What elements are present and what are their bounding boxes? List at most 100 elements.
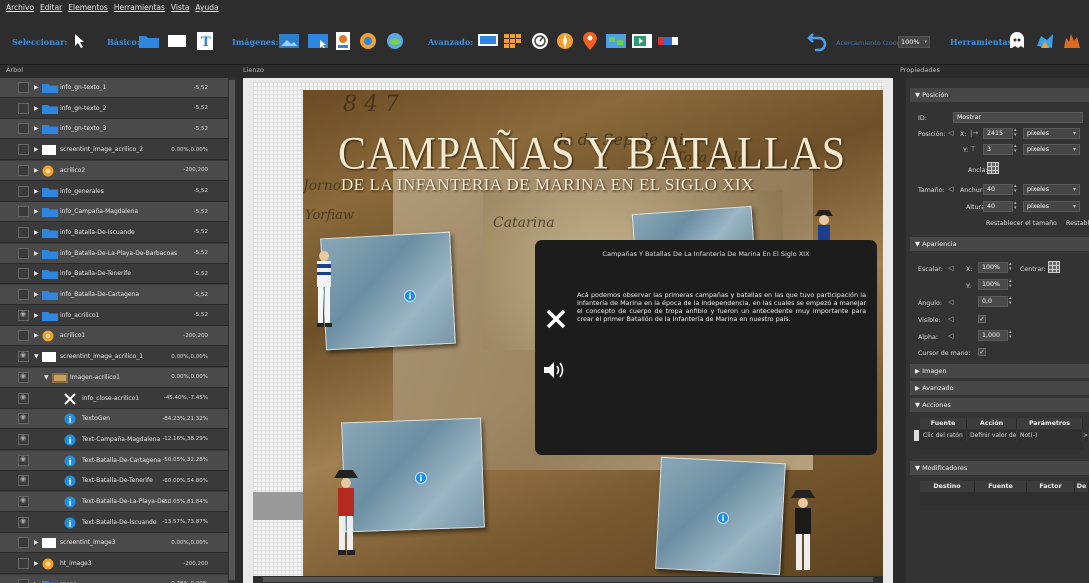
- tree-row[interactable]: ▶ info_generales -5,52: [0, 182, 228, 202]
- angulo-spinner[interactable]: ▴ ▾: [1009, 296, 1015, 307]
- anchor-top-icon[interactable]: ⊤: [970, 145, 976, 153]
- angulo-field[interactable]: 0,0: [978, 296, 1008, 307]
- info-icon[interactable]: i: [415, 472, 427, 484]
- tree-row[interactable]: i TextoGen -84.23%,21.32%: [0, 409, 228, 430]
- alpha-field[interactable]: 1,000: [978, 330, 1008, 341]
- mod-header-factor[interactable]: Factor: [1027, 481, 1075, 492]
- image-button-tool-icon[interactable]: [308, 31, 328, 51]
- tree-row[interactable]: ▶ screentint_image3 0.00%,0.00%: [0, 533, 228, 554]
- expand-arrow-icon[interactable]: ▶: [34, 188, 39, 195]
- alpha-spinner[interactable]: ▴ ▾: [1009, 330, 1015, 341]
- acciones-header-accion[interactable]: Acción: [967, 418, 1017, 429]
- expand-arrow-icon[interactable]: ▶: [34, 167, 39, 174]
- expand-arrow-icon[interactable]: ▶: [34, 208, 39, 215]
- video-tool-icon[interactable]: [632, 31, 652, 51]
- expand-arrow-icon[interactable]: ▶: [34, 229, 39, 236]
- center-grid-icon[interactable]: [1048, 261, 1060, 273]
- info-icon[interactable]: i: [404, 290, 416, 302]
- x-unit-select[interactable]: píxeles: [1023, 128, 1080, 139]
- visibility-toggle-icon[interactable]: [18, 185, 29, 197]
- info-card-3[interactable]: [341, 417, 485, 533]
- tree-row[interactable]: i Text-Campaña-Magdalena-12.16%,38.29%: [0, 430, 228, 450]
- folder-tool-icon[interactable]: [139, 31, 159, 51]
- mod-header-fuente[interactable]: Fuente: [975, 481, 1027, 492]
- acciones-cell-fuente[interactable]: Clic del ratón: [920, 430, 967, 441]
- mod-header-de[interactable]: De: [1075, 481, 1089, 492]
- image-tool-icon[interactable]: [279, 31, 299, 51]
- anchor-left-icon[interactable]: |→: [970, 129, 978, 137]
- visibility-toggle-icon[interactable]: [18, 206, 29, 218]
- svg-tool-icon[interactable]: [333, 31, 353, 51]
- info-popup[interactable]: Campañas Y Batallas De La Infantería De …: [535, 240, 877, 455]
- collapse-arrow-icon[interactable]: ▼: [34, 353, 39, 360]
- tree-row[interactable]: ▶ info_gn-texto_1 -5,52: [0, 78, 228, 98]
- palette-tool-icon[interactable]: [1035, 31, 1055, 51]
- compass-tool-icon[interactable]: [555, 31, 575, 51]
- map-tool-icon[interactable]: [606, 31, 626, 51]
- undo-icon[interactable]: [806, 29, 830, 53]
- visibility-toggle-icon[interactable]: [18, 226, 29, 238]
- escalar-y-spinner[interactable]: ▴ ▾: [1009, 279, 1015, 290]
- dial-tool-icon[interactable]: [530, 31, 550, 51]
- menu-ayuda[interactable]: Ayuda: [195, 3, 218, 12]
- info-icon[interactable]: i: [717, 512, 729, 524]
- visibility-toggle-icon[interactable]: [18, 516, 29, 528]
- link-icon[interactable]: ◁: [948, 298, 953, 306]
- grid-tool-icon[interactable]: [503, 31, 523, 51]
- tree-row[interactable]: ▼ Imagen-acrilico1 0.00%,0.00%: [0, 367, 228, 388]
- reset-button-2[interactable]: Restabl: [1066, 217, 1089, 229]
- tree-row[interactable]: i Text-Batalla-De-Iscuande -13.57%,73.87%: [0, 513, 228, 533]
- section-avanzado[interactable]: ▶ Avanzado: [910, 381, 1089, 395]
- visibility-toggle-icon[interactable]: [18, 351, 29, 363]
- visibility-toggle-icon[interactable]: [18, 371, 29, 383]
- visible-checkbox[interactable]: ✓: [978, 315, 986, 323]
- anchor-grid-icon[interactable]: [987, 162, 999, 174]
- visibility-toggle-icon[interactable]: [18, 392, 29, 404]
- tree-scrollbar-thumb[interactable]: [229, 80, 235, 580]
- text-tool-icon[interactable]: T: [195, 31, 215, 51]
- link-icon[interactable]: ◁: [948, 129, 953, 137]
- anchura-unit-select[interactable]: píxeles: [1023, 184, 1080, 195]
- menu-vista[interactable]: Vista: [171, 3, 190, 12]
- acciones-cell-extra[interactable]: >: [1083, 430, 1089, 441]
- expand-arrow-icon[interactable]: ▶: [34, 125, 39, 132]
- anchura-spinner[interactable]: ▴ ▾: [1014, 184, 1020, 195]
- tree-row[interactable]: info_close-acrilico1 -45.40%,-7.45%: [0, 389, 228, 409]
- tree-row[interactable]: ▶ info_acrilico1 -5,52: [0, 306, 228, 326]
- expand-arrow-icon[interactable]: ▶: [34, 312, 39, 319]
- y-unit-select[interactable]: píxeles: [1023, 144, 1080, 155]
- tree-row[interactable]: ▶ ht_image3 -200,200: [0, 554, 228, 575]
- visibility-toggle-icon[interactable]: [18, 144, 29, 156]
- visibility-toggle-icon[interactable]: [18, 164, 29, 176]
- tree-row[interactable]: ▶ info_Batalla-De-Tenerife -5,52: [0, 264, 228, 285]
- x-spinner[interactable]: ▴ ▾: [1014, 128, 1020, 139]
- section-posicion[interactable]: ▼ Posición: [910, 88, 1089, 102]
- section-apariencia[interactable]: ▼ Apariencia: [910, 237, 1089, 251]
- visibility-toggle-icon[interactable]: [18, 475, 29, 487]
- speaker-icon[interactable]: [543, 360, 567, 385]
- tree-row[interactable]: ▶ acrilico2 -200,200: [0, 160, 228, 181]
- expand-arrow-icon[interactable]: ▶: [34, 250, 39, 257]
- tree-row[interactable]: ▶mapa-0.78%,0.00%: [0, 574, 228, 583]
- menu-herramientas[interactable]: Herramientas: [114, 3, 165, 12]
- acciones-header-parametros[interactable]: Parámetros: [1017, 418, 1083, 429]
- visibility-toggle-icon[interactable]: [18, 413, 29, 425]
- progress-tool-icon[interactable]: [658, 31, 678, 51]
- visibility-toggle-icon[interactable]: [18, 578, 29, 583]
- expand-arrow-icon[interactable]: ▶: [34, 291, 39, 298]
- tree-row[interactable]: ▶ info_gn-texto_2 -5,52: [0, 99, 228, 119]
- pano-tool-icon[interactable]: [385, 31, 405, 51]
- zoom-select[interactable]: 100% ▾: [898, 36, 930, 48]
- tree-row[interactable]: ▶ info_Batalla-De-Cartagena -5,52: [0, 285, 228, 305]
- altura-field[interactable]: 40: [983, 201, 1013, 212]
- visibility-toggle-icon[interactable]: [18, 330, 29, 342]
- screen-tool-icon[interactable]: [478, 31, 498, 51]
- tree-row[interactable]: i Text-Batalla-De-Tenerife -60.00%,54.80%: [0, 471, 228, 492]
- tree-row[interactable]: i Text-Batalla-De-La-Playa-De...-50.05%,8…: [0, 492, 228, 512]
- visibility-toggle-icon[interactable]: [18, 496, 29, 507]
- tree-row[interactable]: i Text-Batalla-De-Cartagena-50.05%,32.28%: [0, 450, 228, 471]
- escalar-x-field[interactable]: 100%: [978, 262, 1008, 273]
- tree-row[interactable]: ▶ acrilico1 -200,200: [0, 326, 228, 347]
- rectangle-tool-icon[interactable]: [167, 31, 187, 51]
- section-imagen[interactable]: ▶ Imagen: [910, 364, 1089, 378]
